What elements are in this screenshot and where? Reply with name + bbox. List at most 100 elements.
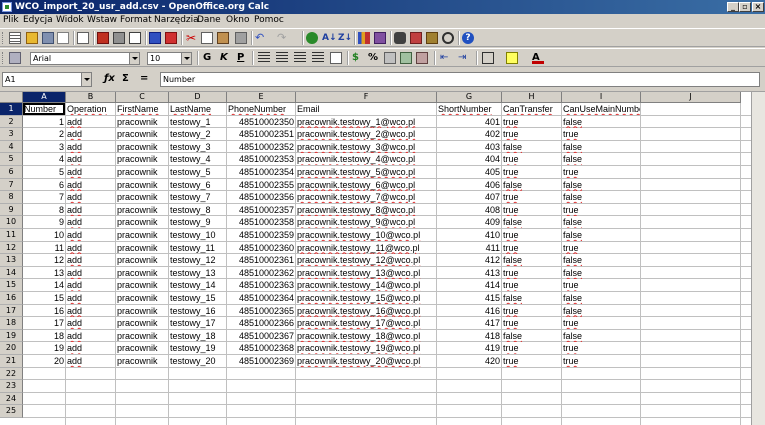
table-cell[interactable]: false (562, 179, 640, 191)
hyperlink-icon[interactable] (306, 32, 318, 44)
table-cell[interactable]: pracownik.testowy_20@wco.pl (296, 355, 436, 367)
header-cell[interactable]: Email (296, 103, 436, 115)
table-cell[interactable]: 17 (23, 317, 65, 329)
table-cell[interactable]: true (502, 305, 561, 317)
table-cell[interactable]: add (66, 342, 115, 354)
column-header-j[interactable]: J (641, 92, 741, 103)
select-all-corner[interactable] (0, 92, 23, 103)
table-cell[interactable]: testowy_5 (169, 166, 226, 178)
menu-edit[interactable]: Edycja (23, 15, 53, 25)
table-cell[interactable]: testowy_4 (169, 153, 226, 165)
table-cell[interactable]: pracownik.testowy_3@wco.pl (296, 141, 436, 153)
email-icon[interactable] (57, 32, 69, 44)
table-cell[interactable]: false (502, 216, 561, 228)
clone-formatting-icon[interactable] (235, 32, 247, 44)
table-cell[interactable]: 1 (23, 116, 65, 128)
row-header[interactable]: 4 (0, 140, 23, 154)
zoom-icon[interactable] (442, 32, 454, 44)
table-cell[interactable]: pracownik (116, 330, 168, 342)
header-cell[interactable]: CanTransfer (502, 103, 561, 115)
table-cell[interactable]: true (562, 342, 640, 354)
print-icon[interactable] (113, 32, 125, 44)
row-header[interactable]: 14 (0, 266, 23, 280)
table-cell[interactable]: 19 (23, 342, 65, 354)
chevron-down-icon[interactable] (129, 53, 139, 64)
table-cell[interactable]: 6 (23, 179, 65, 191)
column-header-e[interactable]: E (227, 92, 296, 103)
table-cell[interactable]: false (502, 254, 561, 266)
sort-ascending-icon[interactable]: A↓ (322, 32, 337, 44)
merge-cells-icon[interactable] (330, 52, 342, 64)
table-cell[interactable]: 3 (23, 141, 65, 153)
table-cell[interactable]: pracownik (116, 355, 168, 367)
edit-file-icon[interactable] (77, 32, 89, 44)
font-name-combo[interactable]: Arial (30, 52, 140, 65)
table-cell[interactable]: add (66, 166, 115, 178)
row-header[interactable]: 6 (0, 166, 23, 179)
table-cell[interactable]: pracownik (116, 179, 168, 191)
table-cell[interactable]: add (66, 179, 115, 191)
table-cell[interactable]: 413 (437, 267, 501, 279)
table-cell[interactable]: false (562, 305, 640, 317)
table-cell[interactable]: add (66, 254, 115, 266)
table-cell[interactable]: 48510002365 (227, 305, 295, 317)
table-cell[interactable]: pracownik (116, 254, 168, 266)
spreadsheet-grid[interactable]: ABCDEFGHIJ 1 2 3 4 5 6 7 8 9 10 11 12 13 14 15 16 17 18 19… (0, 92, 765, 425)
column-header-a[interactable]: A (23, 92, 66, 103)
table-cell[interactable]: false (502, 292, 561, 304)
menu-format[interactable]: Format (120, 15, 152, 25)
chevron-down-icon[interactable] (181, 53, 191, 64)
table-cell[interactable]: testowy_9 (169, 216, 226, 228)
table-cell[interactable]: 9 (23, 216, 65, 228)
show-draw-functions-icon[interactable] (374, 32, 386, 44)
table-cell[interactable]: true (562, 128, 640, 140)
redo-icon[interactable]: ↷ (277, 32, 289, 44)
table-cell[interactable]: testowy_12 (169, 254, 226, 266)
table-cell[interactable]: pracownik (116, 242, 168, 254)
table-cell[interactable]: pracownik.testowy_17@wco.pl (296, 317, 436, 329)
table-cell[interactable]: 12 (23, 254, 65, 266)
table-cell[interactable]: true (502, 355, 561, 367)
table-cell[interactable]: pracownik (116, 317, 168, 329)
header-cell[interactable]: PhoneNumber (227, 103, 295, 115)
table-cell[interactable]: 48510002363 (227, 279, 295, 291)
table-cell[interactable]: pracownik (116, 153, 168, 165)
table-cell[interactable]: add (66, 141, 115, 153)
underline-button[interactable]: P (237, 52, 244, 64)
table-cell[interactable]: pracownik (116, 166, 168, 178)
font-size-combo[interactable]: 10 (147, 52, 192, 65)
table-cell[interactable]: false (502, 141, 561, 153)
standard-format-icon[interactable] (384, 52, 396, 64)
table-cell[interactable]: pracownik (116, 267, 168, 279)
row-header[interactable]: 15 (0, 279, 23, 292)
table-cell[interactable]: 14 (23, 279, 65, 291)
row-header[interactable]: 19 (0, 329, 23, 343)
header-cell[interactable]: Number (23, 103, 65, 115)
table-cell[interactable]: testowy_2 (169, 128, 226, 140)
table-cell[interactable]: 18 (23, 330, 65, 342)
percent-icon[interactable]: % (368, 52, 380, 64)
table-cell[interactable]: testowy_20 (169, 355, 226, 367)
undo-icon[interactable]: ↶ (255, 32, 267, 44)
table-cell[interactable]: pracownik.testowy_2@wco.pl (296, 128, 436, 140)
table-cell[interactable]: add (66, 128, 115, 140)
table-cell[interactable]: false (562, 141, 640, 153)
table-cell[interactable]: false (562, 153, 640, 165)
table-cell[interactable]: true (562, 204, 640, 216)
table-cell[interactable]: true (502, 166, 561, 178)
currency-icon[interactable]: $ (352, 52, 364, 64)
table-cell[interactable]: 409 (437, 216, 501, 228)
table-cell[interactable]: pracownik.testowy_16@wco.pl (296, 305, 436, 317)
table-cell[interactable]: pracownik.testowy_18@wco.pl (296, 330, 436, 342)
delete-decimal-icon[interactable] (416, 52, 428, 64)
table-cell[interactable]: 20 (23, 355, 65, 367)
table-cell[interactable]: 408 (437, 204, 501, 216)
sum-icon[interactable]: Σ (122, 73, 129, 84)
table-cell[interactable]: false (562, 330, 640, 342)
column-header-h[interactable]: H (502, 92, 562, 103)
table-cell[interactable]: false (562, 191, 640, 203)
table-cell[interactable]: true (562, 166, 640, 178)
copy-icon[interactable] (201, 32, 213, 44)
table-cell[interactable]: pracownik.testowy_10@wco.pl (296, 229, 436, 241)
row-header[interactable]: 2 (0, 115, 23, 129)
